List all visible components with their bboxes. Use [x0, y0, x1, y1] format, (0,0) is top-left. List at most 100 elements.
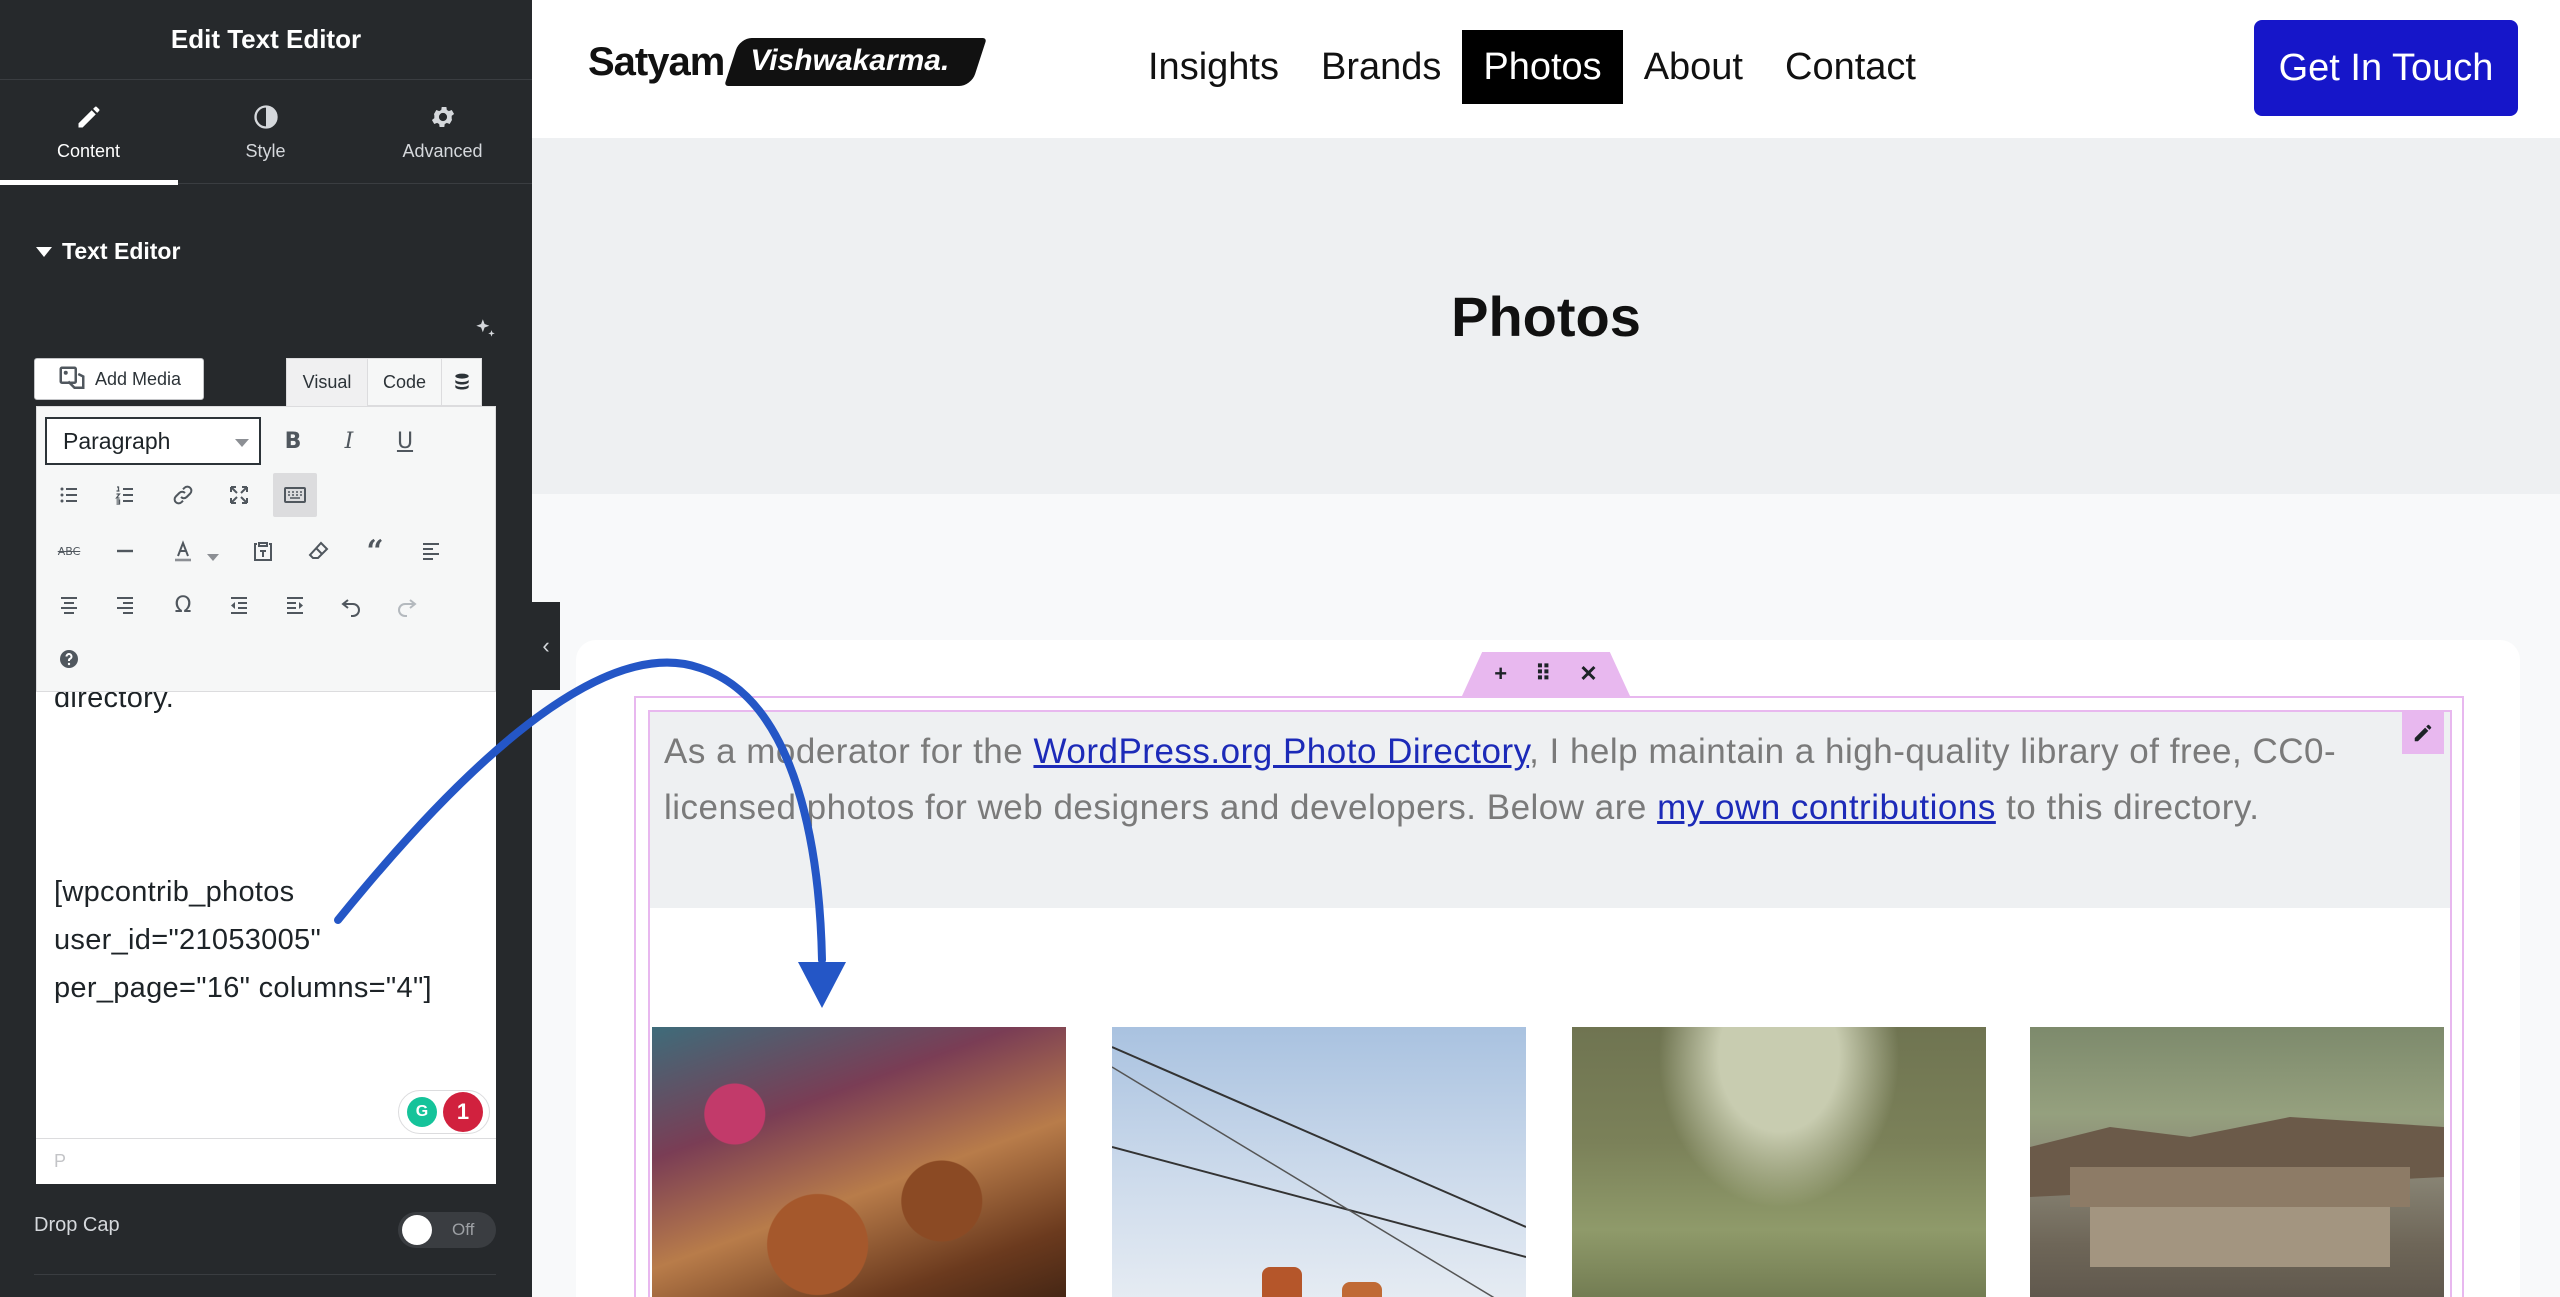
section-title: Text Editor — [62, 238, 181, 264]
fullscreen-button[interactable] — [217, 473, 261, 517]
photo-thumbnail[interactable] — [1112, 1027, 1526, 1297]
clipboard-icon — [254, 542, 272, 561]
tab-advanced[interactable]: Advanced — [354, 80, 531, 184]
editor-toolbar: Paragraph B I U ABC “ Ω — [36, 406, 496, 692]
indent-button[interactable] — [273, 583, 317, 627]
dynamic-tags-button[interactable] — [442, 358, 482, 406]
photo-thumbnail[interactable] — [2030, 1027, 2444, 1297]
italic-button[interactable]: I — [327, 419, 371, 463]
section-toggle-text-editor[interactable]: Text Editor — [36, 238, 180, 265]
numbered-list-button[interactable] — [103, 473, 147, 517]
site-logo[interactable]: Satyam Vishwakarma. — [588, 38, 988, 86]
photo-thumbnail[interactable] — [652, 1027, 1066, 1297]
ai-sparkle-icon[interactable] — [472, 316, 498, 342]
toolbar-toggle-button[interactable] — [273, 473, 317, 517]
editor-content-area[interactable]: directory. [wpcontrib_photos user_id="21… — [36, 692, 496, 1138]
outdent-button[interactable] — [217, 583, 261, 627]
logo-first-name: Satyam — [588, 39, 725, 84]
main-nav: Insights Brands Photos About Contact — [1127, 30, 1937, 104]
toggle-state: Off — [452, 1220, 475, 1239]
link-icon — [173, 485, 193, 505]
format-select-value: Paragraph — [63, 427, 171, 454]
divider — [34, 1274, 496, 1275]
delete-section-icon[interactable]: ✕ — [1579, 661, 1597, 687]
grammarly-widget[interactable]: G 1 — [398, 1090, 490, 1134]
clear-formatting-button[interactable] — [297, 529, 341, 573]
gear-icon — [431, 106, 454, 127]
intro-paragraph: As a moderator for the WordPress.org Pho… — [664, 724, 2414, 836]
undo-button[interactable] — [329, 583, 373, 627]
underline-icon: U — [396, 428, 414, 454]
strikethrough-button[interactable]: ABC — [47, 529, 91, 573]
horizontal-line-icon — [117, 549, 133, 553]
grammarly-count-badge: 1 — [443, 1092, 483, 1132]
redo-button[interactable] — [385, 583, 429, 627]
quote-icon: “ — [366, 533, 384, 569]
nav-about[interactable]: About — [1623, 30, 1764, 104]
blockquote-button[interactable]: “ — [353, 529, 397, 573]
photo-thumbnail[interactable] — [1572, 1027, 1986, 1297]
tab-content-label: Content — [56, 140, 121, 161]
content-line: user_id="21053005" — [54, 924, 322, 956]
chevron-left-icon: ‹ — [542, 633, 550, 658]
add-section-icon[interactable]: + — [1494, 661, 1507, 687]
editor-status-bar: P — [36, 1138, 496, 1184]
underline-button[interactable]: U — [383, 419, 427, 463]
get-in-touch-button[interactable]: Get In Touch — [2254, 20, 2518, 116]
element-path[interactable]: P — [54, 1151, 66, 1172]
bold-button[interactable]: B — [271, 419, 315, 463]
indent-icon — [287, 597, 303, 614]
nav-brands[interactable]: Brands — [1300, 30, 1462, 104]
drop-cap-toggle[interactable]: Off — [398, 1212, 496, 1248]
tab-style[interactable]: Style — [177, 80, 354, 184]
pencil-icon — [78, 106, 99, 127]
undo-icon — [341, 599, 360, 617]
content-line: [wpcontrib_photos — [54, 876, 295, 908]
logo-last-name-badge: Vishwakarma. — [724, 38, 988, 86]
chevron-down-icon — [207, 553, 219, 561]
ruins-graphic — [2030, 1117, 2444, 1267]
section-handle: + ⠿ ✕ — [1462, 652, 1630, 696]
photo-directory-link[interactable]: WordPress.org Photo Directory — [1033, 732, 1529, 771]
text-color-button[interactable] — [161, 529, 205, 573]
nav-insights[interactable]: Insights — [1127, 30, 1300, 104]
align-center-button[interactable] — [47, 583, 91, 627]
align-right-icon — [117, 597, 133, 614]
bullet-list-icon — [60, 487, 77, 503]
keyboard-shortcuts-button[interactable] — [47, 637, 91, 681]
align-right-button[interactable] — [103, 583, 147, 627]
drop-cap-label: Drop Cap — [34, 1214, 120, 1236]
drag-handle-icon[interactable]: ⠿ — [1535, 661, 1551, 687]
add-media-button[interactable]: Add Media — [34, 358, 204, 400]
outdent-icon — [231, 597, 247, 614]
panel-tabs: Content Style Advanced — [0, 80, 532, 185]
tab-visual[interactable]: Visual — [286, 358, 368, 406]
align-center-icon — [61, 597, 77, 614]
media-icon — [59, 366, 85, 389]
align-left-button[interactable] — [409, 529, 453, 573]
nav-photos[interactable]: Photos — [1462, 30, 1623, 104]
panel-title: Edit Text Editor — [0, 0, 532, 80]
bullet-list-button[interactable] — [47, 473, 91, 517]
panel-collapse-button[interactable]: ‹ — [532, 602, 560, 690]
paste-text-button[interactable] — [241, 529, 285, 573]
caret-down-icon — [36, 246, 52, 257]
text-color-dropdown[interactable] — [201, 529, 225, 573]
insert-link-button[interactable] — [161, 473, 205, 517]
tab-style-label: Style — [245, 140, 286, 161]
database-icon — [454, 373, 469, 390]
editor-mode-tabs: Visual Code — [286, 358, 482, 406]
format-select[interactable]: Paragraph — [45, 417, 261, 465]
special-character-button[interactable]: Ω — [161, 583, 205, 627]
align-left-icon — [423, 543, 439, 560]
contributions-link[interactable]: my own contributions — [1657, 788, 1996, 827]
half-circle-icon — [253, 104, 278, 129]
pencil-icon — [2414, 724, 2432, 742]
numbered-list-icon — [115, 486, 133, 505]
content-line: directory. — [54, 692, 175, 714]
grammarly-icon: G — [407, 1097, 437, 1127]
tab-code[interactable]: Code — [368, 358, 442, 406]
nav-contact[interactable]: Contact — [1764, 30, 1937, 104]
tab-content[interactable]: Content — [0, 80, 178, 185]
horizontal-line-button[interactable] — [103, 529, 147, 573]
